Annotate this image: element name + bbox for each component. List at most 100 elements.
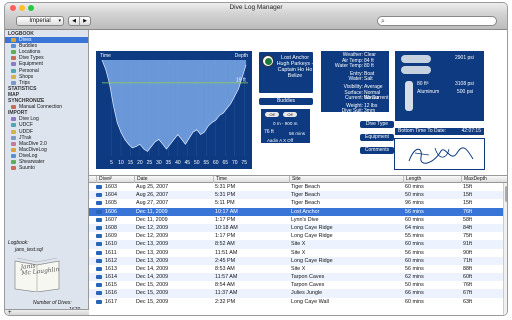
site-info: Lost Anchor Hugh Parkeys - Captain Ho Ho… bbox=[257, 50, 317, 175]
dive-profile-chart: Time Depth 19 ft 5 10 15 20 25 30 35 40 45 50 55 60 6… bbox=[95, 50, 253, 170]
source-list: LOGBOOK Dives Buddies Locations Dive Types Eq… bbox=[5, 30, 88, 171]
dive-icon bbox=[96, 217, 102, 222]
units-select[interactable]: Imperial ▾ bbox=[16, 16, 64, 26]
cell-date: Dec 14, 2009 bbox=[136, 265, 169, 272]
toggle-a[interactable]: Off bbox=[265, 112, 279, 117]
cell-maxdepth: 15ft bbox=[463, 200, 472, 207]
comments-button[interactable]: Comments bbox=[359, 146, 395, 155]
logbook-file: jans_test.sql bbox=[15, 247, 43, 253]
dive-icon bbox=[96, 234, 102, 239]
table-row[interactable]: 1610 Dec 13, 2009 8:52 AM Site X 60 mins 91ft bbox=[89, 240, 507, 249]
sidebar-item-label: Trips bbox=[19, 79, 30, 86]
table-row[interactable]: 1608 Dec 12, 2009 10:18 AM Long Caye Ridge 6… bbox=[89, 223, 507, 233]
condition-label: Water Temp: bbox=[334, 63, 363, 70]
dive-icon bbox=[96, 283, 102, 288]
sidebar-item-icon bbox=[11, 56, 16, 61]
cell-date: Aug 27, 2007 bbox=[136, 200, 169, 207]
x-tick-label: 15 bbox=[128, 160, 134, 166]
sidebar-item-suunto[interactable]: Suunto bbox=[5, 165, 88, 171]
table-row[interactable]: 1604 Aug 26, 2007 5:31 PM Tiger Beach 50 min… bbox=[89, 191, 507, 200]
sidebar-item-label: Personal bbox=[19, 67, 39, 74]
column-header-dive[interactable]: Dive# bbox=[96, 176, 112, 183]
x-tick-label: 25 bbox=[147, 160, 153, 166]
table-row[interactable]: 1609 Dec 12, 2009 1:17 PM Long Caye Ridge 55… bbox=[89, 232, 507, 240]
app-window: Dive Log Manager Imperial ▾ ◀ ▶ ⌕ LOGBOO… bbox=[4, 2, 508, 316]
window-title: Dive Log Manager bbox=[229, 4, 283, 11]
dive-list: Dive# Date Time Site Length MaxDepth 1603 Aug … bbox=[89, 175, 507, 315]
zoom-window-button[interactable] bbox=[28, 5, 34, 11]
cell-time: 11:37 AM bbox=[215, 290, 238, 297]
units-value: Imperial bbox=[29, 18, 51, 24]
cell-maxdepth: 60ft bbox=[463, 274, 472, 281]
dive-count-label: Number of Dives: bbox=[33, 300, 72, 306]
condition-label: Dive Suit: bbox=[341, 108, 363, 115]
cell-site: Lost Anchor bbox=[291, 208, 320, 215]
dive-list-scrollbar[interactable] bbox=[503, 183, 507, 315]
cell-site: Tiger Beach bbox=[291, 192, 320, 199]
cell-dive: 1617 bbox=[105, 298, 117, 305]
table-row[interactable]: 1617 Dec 15, 2009 2:32 PM Long Caye Wall 60 … bbox=[89, 298, 507, 306]
column-header-date[interactable]: Date bbox=[134, 176, 148, 183]
table-row[interactable]: 1614 Dec 14, 2009 11:57 AM Tarpon Caves 62 m… bbox=[89, 273, 507, 282]
dive-type-button[interactable]: Dive Type bbox=[359, 120, 395, 129]
cell-length: 60 mins bbox=[405, 298, 424, 305]
table-row[interactable]: 1606 Dec 11, 2009 10:17 AM Lost Anchor 56 mi… bbox=[89, 207, 507, 216]
buddies-button[interactable]: Buddies bbox=[258, 97, 314, 106]
sidebar-item-icon bbox=[11, 123, 16, 128]
table-row[interactable]: 1605 Aug 27, 2007 5:11 PM Tiger Beach 96 min… bbox=[89, 199, 507, 207]
table-row[interactable]: 1613 Dec 14, 2009 8:53 AM Site X 56 mins 88ft bbox=[89, 265, 507, 273]
table-row[interactable]: 1603 Aug 25, 2007 5:31 PM Tiger Beach 60 min… bbox=[89, 183, 507, 191]
location-card: Off Off 0 m - 900 m 76 ft 56 mins Aadin … bbox=[260, 108, 311, 144]
sidebar-item-icon bbox=[11, 68, 16, 73]
forward-button[interactable]: ▶ bbox=[80, 17, 90, 25]
column-header-length[interactable]: Length bbox=[403, 176, 421, 183]
sidebar-item-label: Manual Connection bbox=[19, 104, 63, 111]
back-button[interactable]: ◀ bbox=[69, 17, 80, 25]
sidebar-item-label: Shearwater bbox=[19, 158, 45, 165]
cell-time: 10:17 AM bbox=[215, 208, 238, 215]
sidebar-item-icon bbox=[11, 129, 16, 134]
toggle-b[interactable]: Off bbox=[283, 112, 297, 117]
table-row[interactable]: 1616 Dec 15, 2009 11:37 AM Julies Jungle 66 … bbox=[89, 289, 507, 298]
cell-dive: 1615 bbox=[105, 282, 117, 289]
table-row[interactable]: 1615 Dec 15, 2009 8:54 AM Tarpon Caves 50 mi… bbox=[89, 281, 507, 289]
column-header-site[interactable]: Site bbox=[289, 176, 301, 183]
scrollbar-thumb[interactable] bbox=[505, 186, 507, 202]
loc-depth: 76 ft bbox=[264, 129, 274, 135]
condition-value: Salt bbox=[364, 76, 373, 83]
cell-length: 60 mins bbox=[405, 184, 424, 190]
column-header-time[interactable]: Time bbox=[213, 176, 227, 183]
cell-time: 2:45 PM bbox=[215, 257, 236, 264]
sidebar-item-label: UDDF bbox=[19, 128, 33, 135]
close-window-button[interactable] bbox=[10, 5, 16, 11]
sidebar-item-label: Dive Log bbox=[19, 116, 39, 123]
sidebar-item-icon bbox=[11, 141, 16, 146]
table-row[interactable]: 1607 Dec 11, 2009 1:17 PM Lynn's Dive 60 min… bbox=[89, 216, 507, 224]
cell-site: Tarpon Caves bbox=[291, 282, 325, 289]
table-row[interactable]: 1612 Dec 13, 2009 2:45 PM Long Caye Ridge 60… bbox=[89, 256, 507, 265]
window-controls bbox=[10, 5, 34, 11]
loc-name: Aadin A X Off bbox=[267, 138, 294, 143]
search-input[interactable] bbox=[389, 18, 489, 25]
dive-detail-panel: Time Depth 19 ft 5 10 15 20 25 30 35 40 45 50 55 60 6… bbox=[89, 30, 507, 175]
signature-drawing bbox=[408, 147, 474, 164]
signature-box bbox=[394, 138, 485, 170]
cell-maxdepth: 15ft bbox=[463, 184, 472, 190]
dive-icon bbox=[96, 250, 102, 255]
search-field[interactable]: ⌕ bbox=[377, 16, 497, 26]
cell-time: 1:17 PM bbox=[215, 233, 236, 240]
equipment-button[interactable]: Equipment bbox=[359, 133, 395, 142]
cell-time: 5:11 PM bbox=[215, 200, 235, 207]
cell-dive: 1611 bbox=[105, 249, 117, 256]
column-header-maxdepth[interactable]: MaxDepth bbox=[461, 176, 487, 183]
table-row[interactable]: 1611 Dec 13, 2009 11:51 AM Site X 56 mins 90f… bbox=[89, 249, 507, 257]
cell-maxdepth: 91ft bbox=[463, 241, 472, 248]
cell-dive: 1609 bbox=[105, 233, 117, 240]
condition-label: Water: bbox=[348, 76, 363, 83]
sidebar-item-icon bbox=[11, 105, 16, 110]
cell-maxdepth: 75ft bbox=[463, 233, 472, 240]
cell-date: Aug 26, 2007 bbox=[136, 192, 169, 199]
minimize-window-button[interactable] bbox=[19, 5, 25, 11]
sidebar-item-label: Buddies bbox=[19, 43, 38, 50]
add-logbook-button[interactable]: + bbox=[8, 310, 12, 315]
